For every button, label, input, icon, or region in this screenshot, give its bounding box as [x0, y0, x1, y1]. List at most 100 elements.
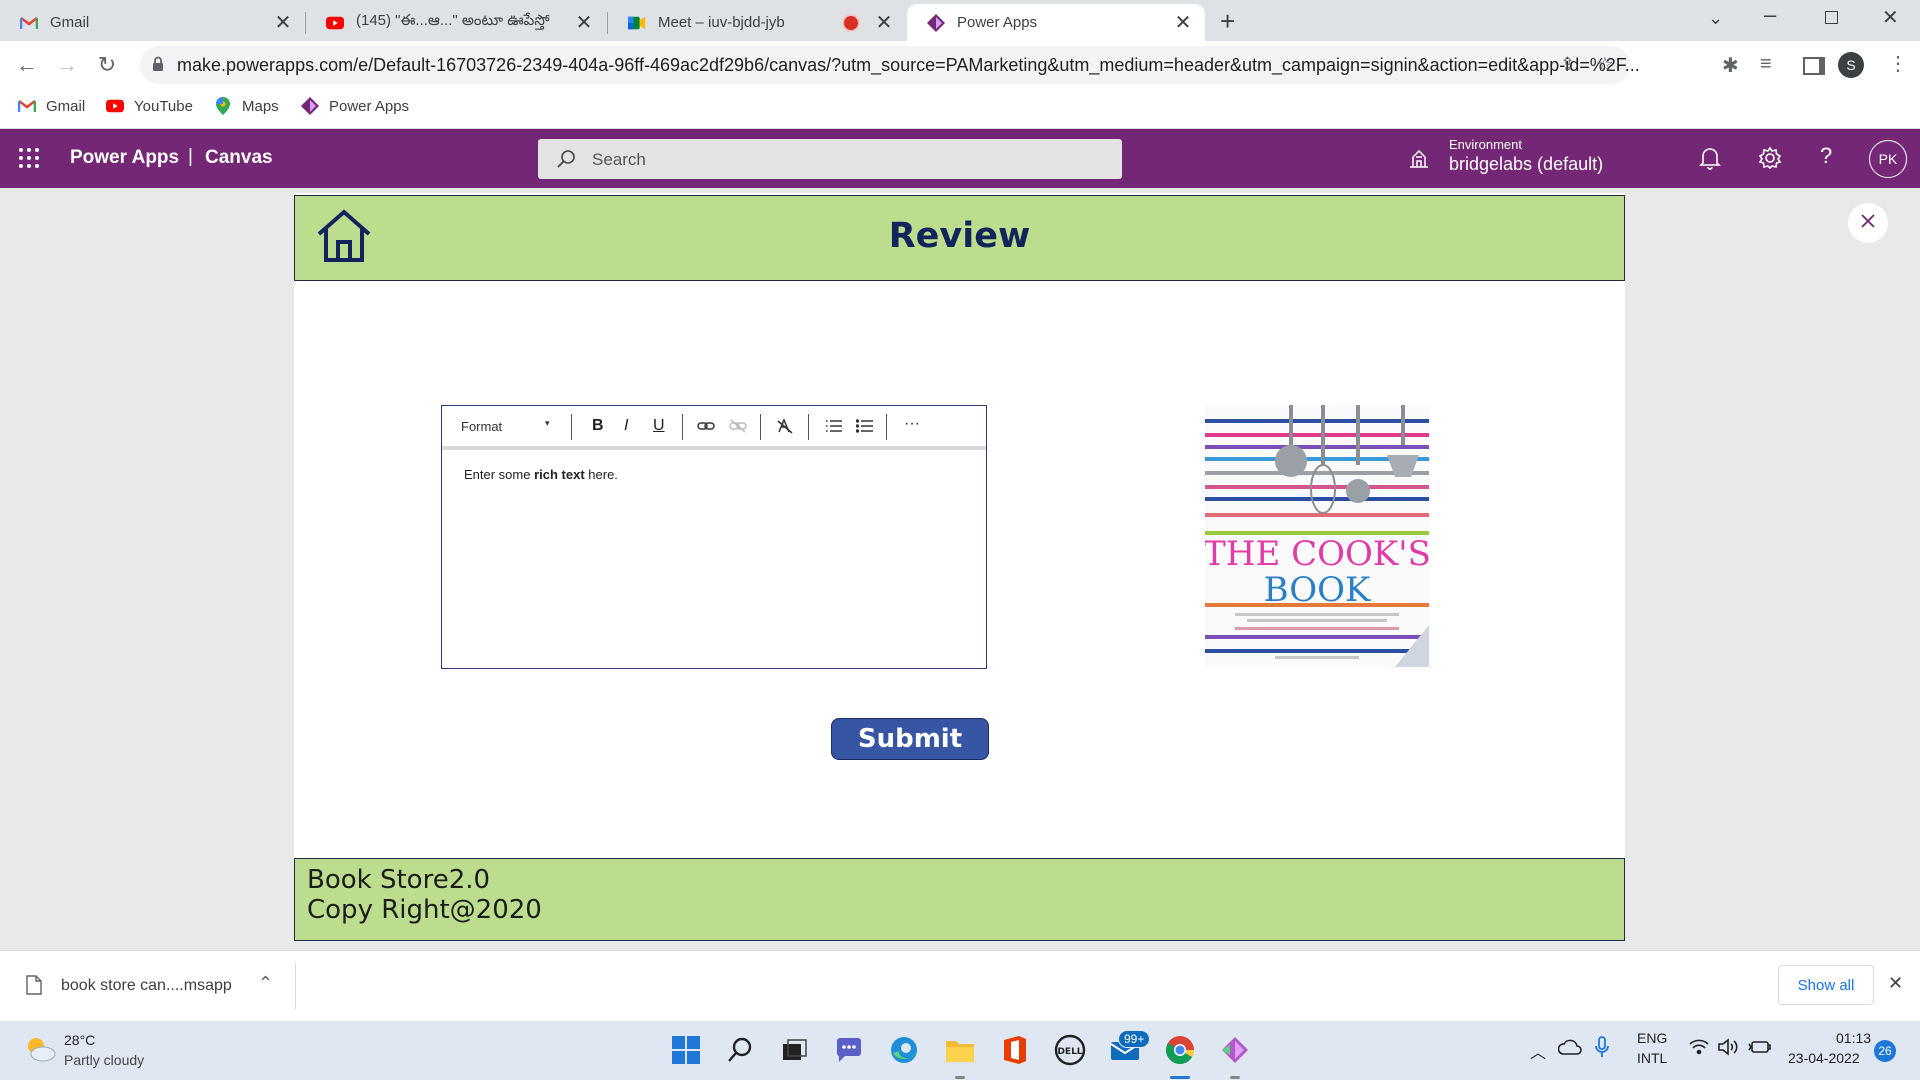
- wifi-icon[interactable]: [1689, 1039, 1709, 1060]
- chrome-icon[interactable]: [1163, 1033, 1197, 1067]
- italic-button[interactable]: I: [624, 417, 628, 435]
- numbered-list-icon[interactable]: [825, 419, 843, 438]
- bell-icon[interactable]: [1699, 146, 1721, 175]
- tab-power-apps[interactable]: Power Apps ✕: [907, 4, 1205, 41]
- tab-meet[interactable]: Meet – iuv-bjdd-jyb ✕: [608, 4, 906, 41]
- weather-temperature: 28°C: [64, 1032, 96, 1048]
- restore-button[interactable]: [1825, 11, 1838, 24]
- underline-button[interactable]: U: [653, 417, 665, 435]
- side-panel-icon[interactable]: [1803, 57, 1825, 75]
- volume-icon[interactable]: [1717, 1038, 1739, 1061]
- task-view-icon[interactable]: [777, 1033, 811, 1067]
- search-input[interactable]: Search: [538, 139, 1122, 179]
- format-dropdown[interactable]: Format: [461, 419, 502, 434]
- tab-search-icon[interactable]: ⌄: [1708, 8, 1723, 29]
- edge-icon[interactable]: [887, 1033, 921, 1067]
- taskbar-search-icon[interactable]: [723, 1033, 757, 1067]
- gmail-icon: [20, 14, 38, 32]
- onedrive-icon[interactable]: [1557, 1039, 1582, 1060]
- gmail-icon: [18, 97, 36, 115]
- close-preview-button[interactable]: [1848, 203, 1888, 243]
- bookmark-star-icon[interactable]: ☆: [1596, 52, 1614, 77]
- clock-date[interactable]: 23-04-2022: [1788, 1050, 1860, 1066]
- notification-badge[interactable]: 26: [1874, 1040, 1896, 1062]
- more-options-button[interactable]: ···: [904, 415, 920, 433]
- tab-youtube[interactable]: (145) "ఈ...ఆ..." అంటూ ఊపేస్తో ✕: [306, 4, 606, 41]
- rte-text-suffix: here.: [584, 467, 618, 482]
- rte-toolbar: Format ▾ B I U ···: [442, 406, 986, 450]
- close-window-button[interactable]: ✕: [1882, 5, 1899, 30]
- close-tab-icon[interactable]: ✕: [872, 10, 896, 35]
- download-filename[interactable]: book store can....msapp: [61, 977, 232, 995]
- footer-band: Book Store2.0 Copy Right@2020: [294, 858, 1625, 941]
- show-all-button[interactable]: Show all: [1778, 965, 1874, 1005]
- extensions-icon[interactable]: ✱: [1722, 53, 1739, 78]
- new-tab-button[interactable]: +: [1220, 6, 1235, 37]
- rich-text-editor[interactable]: Format ▾ B I U ··· Enter some rich text …: [441, 405, 987, 669]
- bookmark-maps[interactable]: Maps: [214, 97, 279, 115]
- mail-badge: 99+: [1118, 1030, 1151, 1048]
- book-title-line2: BOOK: [1264, 570, 1371, 610]
- environment-value[interactable]: bridgelabs (default): [1449, 154, 1603, 175]
- back-button[interactable]: ←: [11, 49, 43, 81]
- rte-text-bold: rich text: [534, 467, 585, 482]
- forward-button[interactable]: →: [51, 49, 83, 81]
- brand-name[interactable]: Power Apps: [70, 147, 179, 169]
- bulleted-list-icon[interactable]: [855, 419, 874, 438]
- bookmark-label: Maps: [242, 97, 279, 115]
- power-apps-taskbar-icon[interactable]: [1218, 1033, 1252, 1067]
- clear-format-icon[interactable]: [776, 418, 794, 439]
- book-title-line1: THE COOK'S: [1205, 534, 1429, 574]
- close-tab-icon[interactable]: ✕: [572, 10, 596, 35]
- profile-avatar[interactable]: S: [1838, 52, 1864, 78]
- chevron-up-tray-icon[interactable]: ︿: [1530, 1039, 1546, 1063]
- language-line2[interactable]: INTL: [1637, 1050, 1667, 1066]
- bold-button[interactable]: B: [592, 417, 604, 435]
- powerapps-header: Power Apps | Canvas Search Environment b…: [0, 129, 1920, 188]
- search-placeholder: Search: [592, 150, 646, 169]
- link-icon[interactable]: [697, 419, 715, 438]
- review-header-band: Review: [294, 195, 1625, 281]
- reading-list-icon[interactable]: ≡: [1760, 53, 1772, 76]
- address-bar[interactable]: make.powerapps.com/e/Default-16703726-23…: [140, 46, 1640, 84]
- bookmark-gmail[interactable]: Gmail: [18, 97, 85, 115]
- file-explorer-icon[interactable]: [943, 1033, 977, 1067]
- bookmark-power-apps[interactable]: Power Apps: [301, 97, 409, 115]
- language-line1[interactable]: ENG: [1637, 1030, 1667, 1046]
- help-icon[interactable]: ?: [1820, 143, 1832, 169]
- unlink-icon[interactable]: [729, 419, 747, 438]
- recording-icon: [842, 13, 860, 32]
- bookmark-label: YouTube: [134, 97, 193, 115]
- dell-icon[interactable]: DELL: [1053, 1033, 1087, 1067]
- teams-chat-icon[interactable]: [832, 1033, 866, 1067]
- bookmark-youtube[interactable]: YouTube: [106, 97, 193, 115]
- share-icon[interactable]: ⇪: [1560, 54, 1575, 75]
- download-bar: book store can....msapp ⌃ Show all ✕: [0, 950, 1920, 1022]
- browser-tab-strip: Gmail ✕ (145) "ఈ...ఆ..." అంటూ ఊపేస్తో ✕ …: [0, 0, 1920, 41]
- submit-button[interactable]: Submit: [831, 718, 989, 760]
- chrome-menu-icon[interactable]: ⋮: [1888, 51, 1908, 76]
- weather-icon[interactable]: [24, 1034, 56, 1069]
- page-title: Review: [888, 216, 1031, 256]
- minimize-button[interactable]: –: [1764, 2, 1776, 28]
- office-icon[interactable]: [998, 1033, 1032, 1067]
- youtube-icon: [106, 97, 124, 115]
- gear-icon[interactable]: [1758, 146, 1782, 175]
- footer-app-name: Book Store2.0: [307, 865, 491, 895]
- close-tab-icon[interactable]: ✕: [1171, 10, 1195, 35]
- chevron-up-icon[interactable]: ⌃: [258, 973, 273, 994]
- book-cover-image: THE COOK'S BOOK: [1205, 405, 1429, 667]
- clock-time[interactable]: 01:13: [1836, 1030, 1871, 1046]
- windows-start-icon[interactable]: [669, 1033, 703, 1067]
- battery-icon[interactable]: [1748, 1040, 1772, 1059]
- close-tab-icon[interactable]: ✕: [271, 10, 295, 35]
- tab-gmail[interactable]: Gmail ✕: [0, 4, 305, 41]
- user-avatar[interactable]: PK: [1869, 140, 1907, 178]
- meet-icon: [628, 14, 646, 32]
- rte-content[interactable]: Enter some rich text here.: [464, 467, 618, 482]
- close-download-bar-icon[interactable]: ✕: [1888, 973, 1903, 994]
- reload-button[interactable]: ↻: [91, 49, 123, 81]
- microphone-icon[interactable]: [1595, 1036, 1609, 1063]
- weather-description: Partly cloudy: [64, 1052, 145, 1068]
- app-launcher-icon[interactable]: [18, 147, 40, 174]
